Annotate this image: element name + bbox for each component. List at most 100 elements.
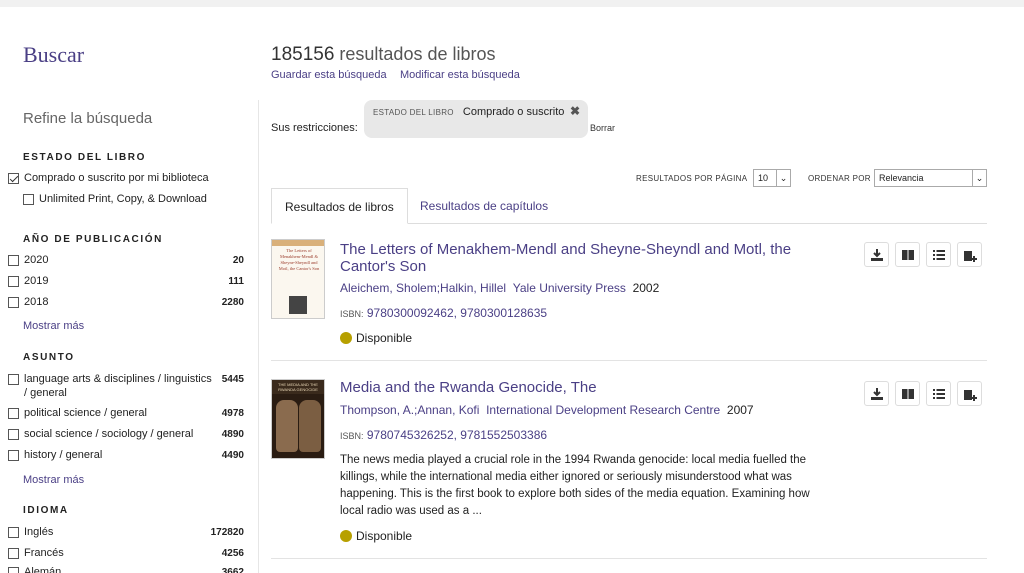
refine-heading: Refine la búsqueda [23, 110, 153, 127]
restriction-chip: ESTADO DEL LIBRO Comprado o suscrito ✖ [364, 100, 588, 138]
facet-label: Comprado o suscrito por mi biblioteca [24, 172, 209, 184]
chevron-down-icon: ⌄ [972, 170, 986, 186]
isbn-links[interactable]: 9780745326252, 9781552503386 [367, 428, 547, 442]
facet-label: Inglés [24, 526, 54, 538]
result-count-label: resultados de libros [334, 44, 496, 64]
checkbox[interactable] [8, 255, 19, 266]
facet-item-2018[interactable]: 2018 2280 [8, 295, 244, 310]
download-icon [870, 387, 883, 400]
checkbox[interactable] [8, 297, 19, 308]
facet-count: 4978 [221, 408, 244, 419]
close-icon[interactable]: ✖ [570, 104, 580, 118]
facet-item-ingles[interactable]: Inglés 172820 [8, 525, 244, 540]
facet-label: Unlimited Print, Copy, & Download [39, 193, 207, 205]
book-cover[interactable]: The Letters of Menakhem-Mendl & Sheyne-S… [271, 239, 325, 319]
book-title-link[interactable]: Media and the Rwanda Genocide, The [340, 379, 810, 396]
show-more-link[interactable]: Mostrar más [23, 474, 84, 486]
facet-item-sociology[interactable]: social science / sociology / general 489… [8, 427, 244, 442]
read-online-button[interactable] [895, 381, 920, 406]
facet-count: 4890 [221, 429, 244, 440]
sort-select[interactable]: Relevancia ⌄ [874, 169, 987, 187]
chip-key: ESTADO DEL LIBRO [373, 108, 454, 117]
save-search-link[interactable]: Guardar esta búsqueda [271, 69, 387, 81]
checkbox[interactable] [8, 548, 19, 559]
facet-count: 111 [228, 276, 244, 287]
facet-item-unlimited[interactable]: Unlimited Print, Copy, & Download [23, 192, 244, 206]
facet-label: language arts & disciplines / linguistic… [24, 373, 212, 399]
book-cover[interactable]: THE MEDIA AND THE RWANDA GENOCIDE [271, 379, 325, 459]
tab-chapter-results[interactable]: Resultados de capítulos [407, 188, 561, 224]
results-main: 185156 resultados de libros Guardar esta… [271, 0, 987, 573]
book-title-link[interactable]: The Letters of Menakhem-Mendl and Sheyne… [340, 241, 810, 275]
book-authors: Aleichem, Sholem;Halkin, Hillel Yale Uni… [340, 281, 659, 295]
checkbox[interactable] [8, 450, 19, 461]
per-page-value: 10 [758, 173, 769, 183]
facet-count: 3662 [221, 567, 244, 573]
checkbox-checked[interactable] [8, 173, 19, 184]
tab-book-results[interactable]: Resultados de libros [271, 188, 408, 224]
checkbox[interactable] [8, 374, 19, 385]
author-link[interactable]: Thompson, A.;Annan, Kofi [340, 403, 479, 417]
clear-restrictions-link[interactable]: Borrar [590, 123, 615, 133]
download-icon [870, 248, 883, 261]
publisher-link[interactable]: Yale University Press [513, 281, 626, 295]
facet-item-political[interactable]: political science / general 4978 [8, 406, 244, 421]
facet-item-aleman[interactable]: Alemán 3662 [8, 565, 244, 573]
checkbox[interactable] [8, 567, 19, 573]
add-to-list-button[interactable] [957, 242, 982, 267]
book-icon [901, 388, 914, 399]
availability-label: Disponible [356, 331, 413, 345]
download-button[interactable] [864, 242, 889, 267]
checkbox[interactable] [8, 527, 19, 538]
chip-value: Comprado o suscrito [462, 106, 565, 118]
read-online-button[interactable] [895, 242, 920, 267]
availability-status: Disponible [340, 331, 412, 345]
modify-search-link[interactable]: Modificar esta búsqueda [400, 69, 520, 81]
facet-heading-estado: ESTADO DEL LIBRO [23, 152, 147, 163]
per-page-label: RESULTADOS POR PÁGINA [636, 174, 748, 183]
cover-text: THE MEDIA AND THE RWANDA GENOCIDE [272, 380, 324, 394]
sort-label: ORDENAR POR [808, 174, 871, 183]
result-count: 185156 resultados de libros [271, 44, 496, 66]
download-button[interactable] [864, 381, 889, 406]
facet-count: 172820 [210, 527, 244, 538]
available-badge-icon [340, 530, 352, 542]
checkbox[interactable] [8, 429, 19, 440]
add-to-list-button[interactable] [957, 381, 982, 406]
checkbox[interactable] [8, 408, 19, 419]
facet-item-2020[interactable]: 2020 20 [8, 253, 244, 268]
checkbox[interactable] [8, 276, 19, 287]
checkbox[interactable] [23, 194, 34, 205]
facet-item-2019[interactable]: 2019 111 [8, 274, 244, 289]
details-button[interactable] [926, 242, 951, 267]
isbn-label: ISBN: [340, 431, 364, 441]
sidebar: Buscar Refine la búsqueda ESTADO DEL LIB… [0, 0, 258, 573]
list-icon [932, 388, 945, 399]
cover-text: The Letters of Menakhem-Mendl & Sheyne-S… [278, 248, 320, 271]
result-separator [271, 558, 987, 559]
facet-count: 2280 [221, 297, 244, 308]
per-page-select[interactable]: 10 ⌄ [753, 169, 791, 187]
publisher-link[interactable]: International Development Research Centr… [486, 403, 720, 417]
isbn-links[interactable]: 9780300092462, 9780300128635 [367, 306, 547, 320]
facet-item-history[interactable]: history / general 4490 [8, 448, 244, 463]
author-link[interactable]: Aleichem, Sholem;Halkin, Hillel [340, 281, 506, 295]
facet-item-comprado[interactable]: Comprado o suscrito por mi biblioteca [8, 171, 244, 185]
restrictions-label: Sus restricciones: [271, 122, 358, 134]
facet-label: 2020 [24, 254, 49, 266]
facet-label: 2018 [24, 296, 49, 308]
facet-item-linguistics[interactable]: language arts & disciplines / linguistic… [8, 372, 244, 400]
list-icon [932, 249, 945, 260]
availability-label: Disponible [356, 529, 413, 543]
page-title: Buscar [23, 42, 85, 67]
cover-band [272, 240, 324, 246]
sort-value: Relevancia [879, 173, 924, 183]
cover-image [289, 296, 307, 314]
facet-label: Francés [24, 547, 64, 559]
details-button[interactable] [926, 381, 951, 406]
show-more-link[interactable]: Mostrar más [23, 320, 84, 332]
result-actions [864, 381, 982, 406]
facet-item-frances[interactable]: Francés 4256 [8, 546, 244, 561]
book-isbn: ISBN: 9780300092462, 9780300128635 [340, 306, 547, 320]
facet-heading-idioma: IDIOMA [23, 505, 69, 516]
